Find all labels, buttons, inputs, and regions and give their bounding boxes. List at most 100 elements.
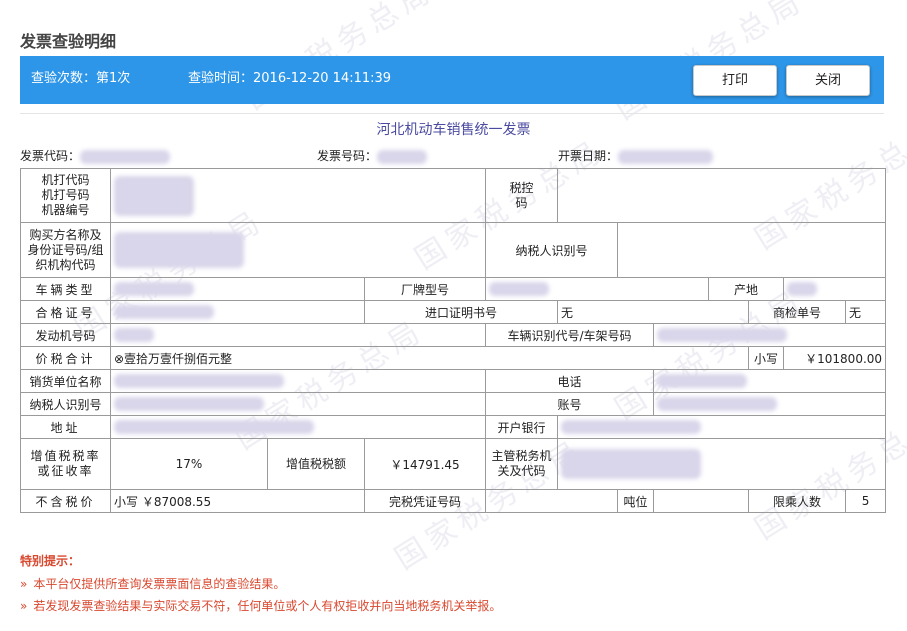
table-row: 地址 开户银行: [20, 415, 887, 439]
divider: [20, 113, 884, 114]
table-row: 合格证号 进口证明书号 无 商检单号 无: [20, 300, 887, 324]
close-button[interactable]: 关闭: [786, 65, 870, 96]
phone-label: 电话: [485, 369, 655, 393]
address-label: 地址: [20, 415, 111, 439]
bank-value: [557, 415, 887, 439]
notice-text: 本平台仅提供所查询发票票面信息的查验结果。: [33, 577, 286, 591]
table-row: 车辆类型 厂牌型号 产地: [20, 277, 887, 301]
seller-label: 销货单位名称: [20, 369, 111, 393]
machine-values: [109, 168, 487, 223]
check-count: 查验次数：第1次: [31, 71, 131, 86]
brand-model-label: 厂牌型号: [363, 277, 487, 301]
import-cert-label: 进口证明书号: [363, 300, 559, 324]
seller-taxpayer-value: [109, 392, 487, 416]
table-row: 发动机号码 车辆识别代号/车架号码: [20, 323, 887, 347]
phone-value: [653, 369, 887, 393]
redacted-value: [377, 149, 428, 164]
invoice-code-label: 发票代码：: [20, 149, 81, 163]
account-label: 账号: [485, 392, 655, 416]
origin-label: 产地: [708, 277, 785, 301]
invoice-title: 河北机动车销售统一发票: [376, 122, 531, 138]
machine-labels: 机打代码 机打号码 机器编号: [20, 168, 111, 223]
redacted-value: [114, 305, 214, 320]
engine-label: 发动机号码: [20, 323, 111, 347]
redacted-value: [114, 420, 314, 435]
redacted-value: [114, 175, 194, 216]
page-title: 发票查验明细: [20, 32, 117, 51]
invoice-table: 机打代码 机打号码 机器编号 税控码 购买方名称及身份证号码/组织机构代码 纳税…: [20, 168, 887, 513]
pretax-label: 不含税价: [20, 489, 111, 513]
account-value: [653, 392, 887, 416]
import-cert-value: 无: [557, 300, 750, 324]
notice-item: » 本平台仅提供所查询发票票面信息的查验结果。: [20, 575, 285, 592]
invoice-number: 发票号码：: [317, 147, 428, 164]
duty-paid-label: 完税凭证号码: [363, 489, 487, 513]
total-label: 价税合计: [20, 346, 111, 370]
invoice-code: 发票代码：: [20, 147, 171, 164]
table-row: 销货单位名称 电话: [20, 369, 887, 393]
vehicle-type-value: [110, 277, 365, 301]
certificate-value: [110, 300, 365, 324]
bank-label: 开户银行: [485, 415, 559, 439]
total-small-value: ￥101800.00: [783, 346, 887, 370]
invoice-number-label: 发票号码：: [317, 149, 378, 163]
authority-value: [557, 438, 887, 490]
tax-control-label: 税控码: [485, 168, 559, 223]
tonnage-value: [653, 489, 750, 513]
machine-code-label: 机打代码: [41, 173, 90, 187]
redacted-value: [657, 374, 748, 389]
buyer-taxpayer-label: 纳税人识别号: [485, 222, 619, 278]
redacted-value: [114, 232, 244, 268]
tonnage-label: 吨位: [617, 489, 655, 513]
small-label: 小写: [748, 346, 785, 370]
passenger-label: 限乘人数: [748, 489, 847, 513]
address-value: [109, 415, 487, 439]
tax-amount-value: ￥14791.45: [363, 438, 487, 490]
vin-value: [653, 323, 887, 347]
print-button[interactable]: 打印: [693, 65, 777, 96]
certificate-label: 合格证号: [20, 300, 111, 324]
redacted-value: [114, 282, 194, 297]
table-row: 机打代码 机打号码 机器编号 税控码: [20, 168, 887, 223]
redacted-value: [489, 282, 550, 297]
redacted-value: [114, 374, 284, 389]
invoice-date: 开票日期：: [558, 147, 714, 164]
check-time: 查验时间：2016-12-20 14:11:39: [188, 71, 392, 86]
vin-label: 车辆识别代号/车架号码: [485, 323, 655, 347]
seller-value: [109, 369, 487, 393]
machine-number-label: 机打号码: [41, 188, 90, 202]
duty-paid-value: [485, 489, 619, 513]
table-row: 纳税人识别号 账号: [20, 392, 887, 416]
notice-text: 若发现发票查验结果与实际交易不符，任何单位或个人有权拒收并向当地税务机关举报。: [33, 599, 502, 613]
tax-rate-value: 17%: [110, 438, 268, 490]
tax-control-value: [557, 168, 887, 223]
pretax-value: 小写 ￥87008.55: [110, 489, 365, 513]
redacted-value: [787, 282, 818, 297]
buyer-taxpayer-value: [617, 222, 887, 278]
brand-model-value: [485, 277, 710, 301]
redacted-value: [561, 449, 702, 479]
table-row: 不含税价 小写 ￥87008.55 完税凭证号码 吨位 限乘人数 5: [20, 489, 887, 513]
table-row: 增值税税率或征收率 17% 增值税税额 ￥14791.45 主管税务机关及代码: [20, 438, 887, 490]
notice-marker: »: [20, 599, 28, 613]
redacted-value: [657, 328, 788, 343]
redacted-value: [80, 149, 171, 164]
redacted-value: [657, 397, 778, 412]
notice-title: 特别提示：: [20, 554, 81, 568]
inspection-label: 商检单号: [748, 300, 847, 324]
buyer-value: [109, 222, 487, 278]
machine-serial-label: 机器编号: [41, 203, 90, 217]
seller-taxpayer-label: 纳税人识别号: [20, 392, 111, 416]
authority-label: 主管税务机关及代码: [485, 438, 559, 490]
redacted-value: [114, 397, 264, 412]
tax-rate-label: 增值税税率或征收率: [20, 438, 111, 490]
redacted-value: [618, 149, 714, 164]
total-upper-value: ⊗壹拾万壹仟捌佰元整: [109, 346, 750, 370]
table-row: 购买方名称及身份证号码/组织机构代码 纳税人识别号: [20, 222, 887, 278]
invoice-date-label: 开票日期：: [558, 149, 619, 163]
inspection-value: 无: [845, 300, 887, 324]
tax-amount-label: 增值税税额: [267, 438, 365, 490]
origin-value: [783, 277, 887, 301]
info-bar: 查验次数：第1次 查验时间：2016-12-20 14:11:39 打印 关闭: [20, 56, 884, 104]
engine-value: [109, 323, 487, 347]
